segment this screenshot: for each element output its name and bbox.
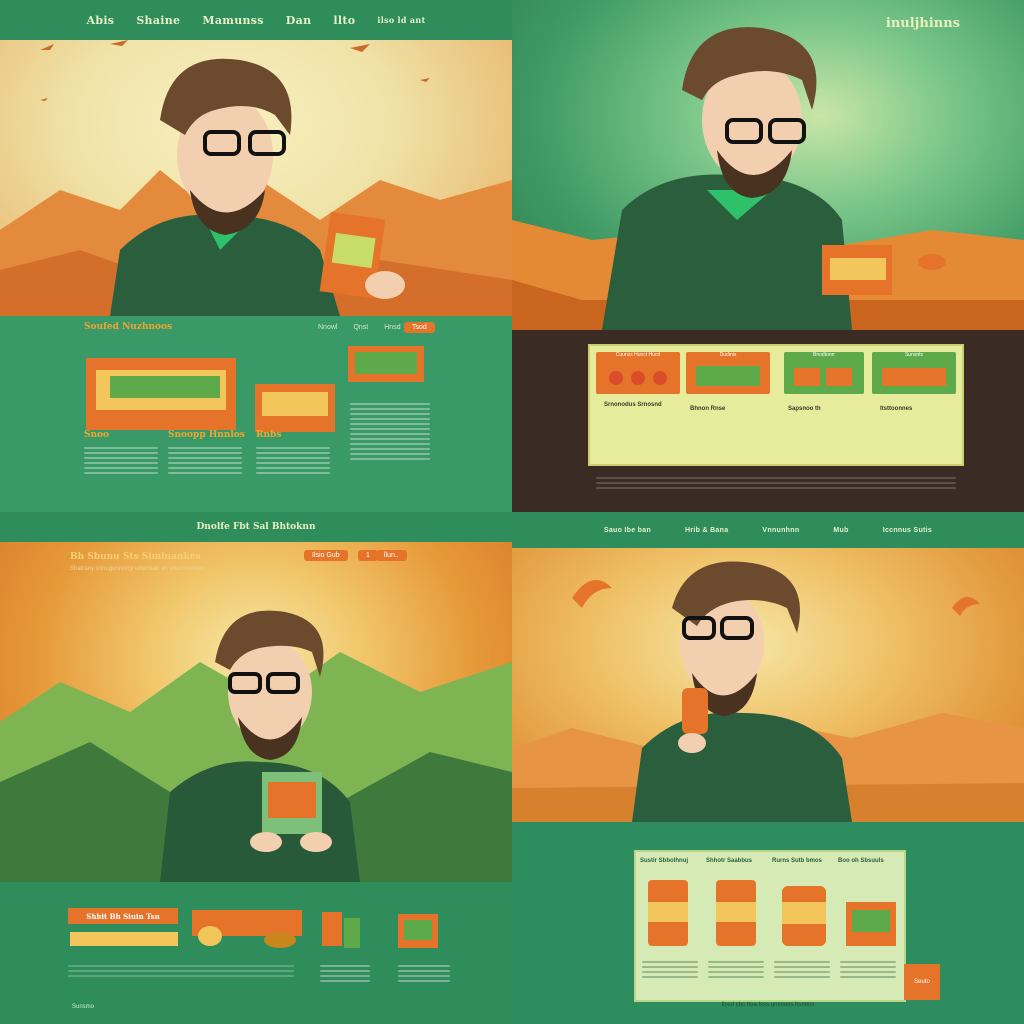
nav-item[interactable]: Shaine — [136, 14, 180, 27]
hero-title: Bh Sbunu Sts Siminankes — [70, 552, 201, 562]
nav-button[interactable]: Ilsio Gub — [304, 550, 348, 561]
panel-top-left: Abis Shaine Mamunss Dan llto ilso ld ant — [0, 0, 512, 512]
description-lines — [840, 958, 896, 981]
product-card[interactable]: Sunsnts — [872, 352, 956, 394]
hero-illustration — [512, 548, 1024, 822]
product-card[interactable]: Cuunzs Hunct Hucd — [596, 352, 680, 394]
panel-top-right: inuljhinns Cuunzs Hunct Hucd Dudinis Bno… — [512, 0, 1024, 512]
description-lines — [350, 400, 430, 463]
nav-item[interactable]: Mamunss — [202, 14, 263, 27]
nav-item[interactable]: Hrib & Bana — [685, 527, 728, 534]
description-lines — [708, 958, 764, 981]
section-nav: Nnowl Qnst Hnsd — [318, 324, 401, 331]
top-nav: Abis Shaine Mamunss Dan llto ilso ld ant — [0, 0, 512, 40]
nav-item[interactable]: Mub — [833, 527, 848, 534]
produce-image — [609, 371, 667, 385]
product-cans — [648, 880, 896, 946]
product-card[interactable]: Dudinis — [686, 352, 770, 394]
nav-item[interactable]: Dan — [286, 14, 312, 27]
column-title: Boo oh Sbsuuls — [838, 858, 884, 864]
banner-text: Dnolfe Fbt Sal Bhtoknn — [196, 522, 316, 532]
card-name: Sapsnoo th — [788, 406, 821, 412]
description-lines — [84, 444, 158, 477]
hero-art — [0, 610, 512, 882]
description-lines — [68, 962, 294, 980]
hero-illustration: inuljhinns — [512, 0, 1024, 330]
produce-image — [882, 368, 946, 386]
column-title: Shhotr Saabbus — [706, 858, 753, 864]
nav-item[interactable]: Sauo Ibe ban — [604, 527, 651, 534]
description-lines — [256, 444, 330, 477]
product-name: Rnbs — [256, 430, 282, 440]
description-lines — [642, 958, 698, 981]
section-title: Soufed Nuzhnoos — [84, 322, 173, 332]
section-nav-item[interactable]: Hnsd — [384, 324, 400, 331]
logo: inuljhinns — [885, 16, 960, 31]
cta-button[interactable]: Tsod — [404, 322, 435, 333]
card-name: Srnonodus Srnosnd — [604, 402, 662, 408]
hero-art — [512, 561, 1024, 822]
nav-item[interactable]: ilso ld ant — [377, 15, 425, 25]
product-name: Snoopp Hnnlos — [168, 430, 245, 440]
nav-button[interactable]: llun.. — [376, 550, 407, 561]
hero-illustration — [0, 40, 512, 316]
product-card-strip: Cuunzs Hunct Hucd Dudinis Bnodtonrr Suns… — [588, 344, 964, 466]
hero-art — [0, 40, 512, 316]
footer-text: Sunsmo — [72, 1004, 95, 1010]
description-lines — [774, 958, 830, 981]
description-lines — [398, 962, 450, 985]
top-nav: Sauo Ibe ban Hrib & Bana Vnnunhnn Mub Ic… — [512, 512, 1024, 548]
product-card[interactable]: Bnodtonrr — [784, 352, 864, 394]
footer-text: Ilncd cbc ttoa Isss unsnoos hsnnns — [721, 1002, 815, 1008]
nav-item[interactable]: Abis — [87, 14, 115, 27]
column-title: Rurns Sutb bmos — [772, 858, 823, 864]
description-lines — [168, 444, 242, 477]
card-name: ltsttoonnes — [880, 406, 913, 412]
mockup-grid: Abis Shaine Mamunss Dan llto ilso ld ant — [0, 0, 1024, 1024]
panel-bottom-left: Dnolfe Fbt Sal Bhtoknn Bh Sbunu Sts Simi… — [0, 512, 512, 1024]
nav-item[interactable]: Vnnunhnn — [762, 527, 799, 534]
hero-art — [512, 27, 1024, 330]
nav-button[interactable]: 1 — [358, 550, 378, 561]
cta-button[interactable]: Seuto — [904, 964, 940, 1000]
card-name: Bhnon Rnse — [690, 406, 726, 412]
description-lines — [320, 962, 370, 985]
column-title: Sustir Sbbolhnuj — [640, 858, 688, 864]
footer-lines — [596, 474, 956, 492]
section-nav-item[interactable]: Qnst — [353, 324, 368, 331]
panel-bottom-right: Sauo Ibe ban Hrib & Bana Vnnunhnn Mub Ic… — [512, 512, 1024, 1024]
hero-illustration: Bh Sbunu Sts Siminankes Shatrany snnugun… — [0, 542, 512, 882]
product-section: Shbit Bh Siuin Tsn Sunsmo — [0, 882, 512, 1024]
nav-item[interactable]: llto — [333, 14, 355, 27]
product-name: Snoo — [84, 430, 110, 440]
hero-subtitle: Shatrany snnugunnnrcy ulnensan an unasns… — [70, 566, 204, 572]
produce-image — [696, 366, 760, 386]
produce-image — [794, 368, 852, 386]
product-section: Soufed Nuzhnoos Nnowl Qnst Hnsd Tsod Sno… — [0, 316, 512, 512]
product-card-strip: Sustir Sbbolhnuj Shhotr Saabbus Rurns Su… — [634, 850, 906, 1002]
top-banner: Dnolfe Fbt Sal Bhtoknn — [0, 512, 512, 542]
nav-item[interactable]: Iccnnus Sutis — [883, 527, 932, 534]
product-images — [70, 910, 438, 948]
section-nav-item[interactable]: Nnowl — [318, 324, 337, 331]
